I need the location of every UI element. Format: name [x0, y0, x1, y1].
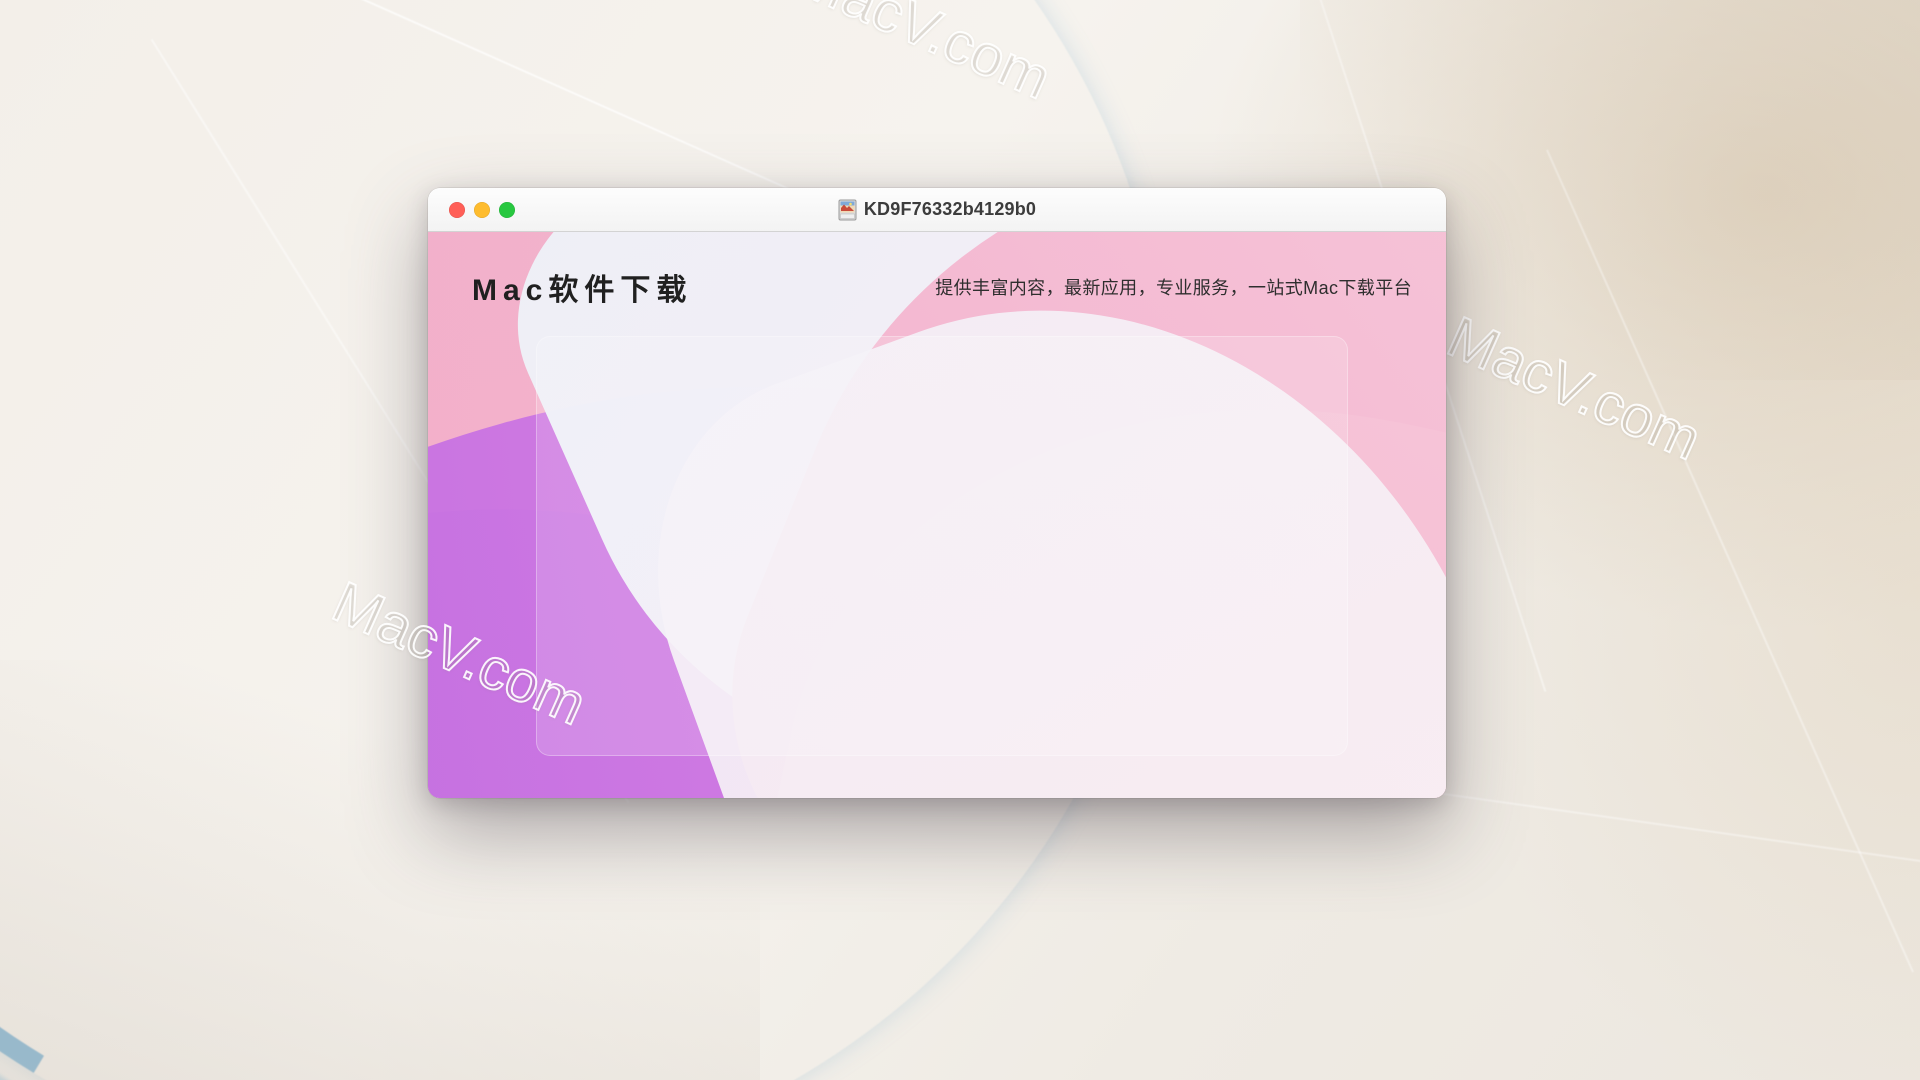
window-titlebar[interactable]: KD9F76332b4129b0: [428, 188, 1446, 232]
dmg-header: Mac软件下载 提供丰富内容，最新应用，专业服务，一站式Mac下载平台: [428, 232, 1446, 342]
brand-tagline: 提供丰富内容，最新应用，专业服务，一站式Mac下载平台: [935, 278, 1412, 298]
brand-title: Mac软件下载: [472, 274, 693, 307]
close-button[interactable]: [449, 201, 465, 218]
zoom-button[interactable]: [499, 201, 515, 218]
window-title-group: KD9F76332b4129b0: [428, 188, 1446, 231]
window-title: KD9F76332b4129b0: [863, 199, 1037, 219]
dmg-disk-icon: [838, 199, 857, 220]
dmg-installer-window[interactable]: KD9F76332b4129b0 Mac软件下载 提供丰富内容，最新应用，专业服…: [428, 188, 1446, 798]
traffic-lights: [449, 201, 515, 218]
install-panel: [536, 336, 1348, 756]
dmg-content-area[interactable]: Mac软件下载 提供丰富内容，最新应用，专业服务，一站式Mac下载平台: [428, 232, 1446, 798]
minimize-button[interactable]: [474, 201, 490, 218]
